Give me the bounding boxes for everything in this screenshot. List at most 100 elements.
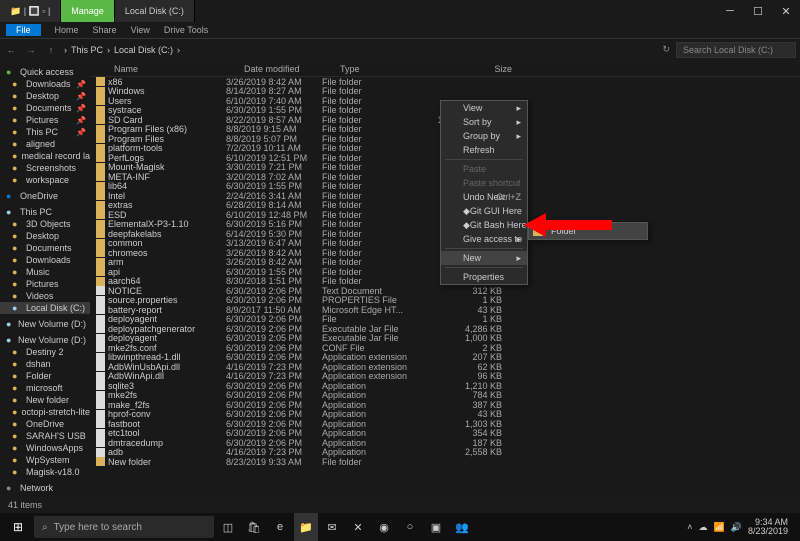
file-row[interactable]: hprof-conv6/30/2019 2:06 PMApplication43… [90,410,800,420]
minimize-button[interactable]: ─ [716,0,744,22]
sidebar-item[interactable]: ●Downloads [0,254,90,266]
teams-icon[interactable]: 👥 [450,513,474,541]
ctx-group[interactable]: Group by▸ [441,129,527,143]
ctx-new[interactable]: New▸ [441,251,527,265]
sidebar-item[interactable]: ●Quick access [0,66,90,78]
sidebar-item[interactable]: ●OneDrive [0,190,90,202]
sidebar-item[interactable]: ●Videos [0,290,90,302]
file-row[interactable]: deployagent6/30/2019 2:05 PMExecutable J… [90,334,800,344]
sidebar-item[interactable]: ●WpSystem [0,454,90,466]
file-row[interactable]: NOTICE6/30/2019 2:06 PMText Document312 … [90,286,800,296]
file-row[interactable]: Windows8/14/2019 8:27 AMFile folder [90,87,800,97]
ctx-properties[interactable]: Properties [441,270,527,284]
sidebar-item[interactable]: ●Network [0,482,90,494]
sidebar-item[interactable]: ●Music [0,266,90,278]
sidebar-item[interactable]: ●Local Disk (C:) [0,302,90,314]
search-input[interactable]: Search Local Disk (C:) [676,42,796,58]
start-button[interactable]: ⊞ [4,513,32,541]
sidebar-item[interactable]: ●This PC [0,206,90,218]
ctx-sort[interactable]: Sort by▸ [441,115,527,129]
sidebar-item[interactable]: ●Pictures📌 [0,114,90,126]
sidebar-item[interactable]: ●Desktop [0,230,90,242]
ctx-view[interactable]: View▸ [441,101,527,115]
col-size[interactable]: Size [426,62,516,76]
sidebar-item[interactable]: ●Pictures [0,278,90,290]
task-view-icon[interactable]: ◫ [216,513,240,541]
file-row[interactable]: etc1tool6/30/2019 2:06 PMApplication354 … [90,429,800,439]
ribbon-home[interactable]: Home [55,25,79,35]
maximize-button[interactable]: ☐ [744,0,772,22]
sidebar-item[interactable]: ●New Volume (D:) [0,318,90,330]
file-row[interactable]: fastboot6/30/2019 2:06 PMApplication1,30… [90,419,800,429]
sidebar-item[interactable]: ●New Volume (D:) [0,334,90,346]
file-row[interactable]: x863/26/2019 8:42 AMFile folder [90,77,800,87]
ribbon-file[interactable]: File [6,24,41,36]
nav-up[interactable]: ↑ [44,45,58,55]
taskbar-search[interactable]: ⌕ Type here to search [34,516,214,538]
ctx-gitbash[interactable]: ◆ Git Bash Here [441,218,527,232]
app-icon[interactable]: ▣ [424,513,448,541]
tray-chevron-icon[interactable]: ˄ [687,522,692,532]
ribbon-share[interactable]: Share [93,25,117,35]
breadcrumb[interactable]: › This PC › Local Disk (C:) › [64,45,656,55]
mail-icon[interactable]: ✉ [320,513,344,541]
edge-icon[interactable]: e [268,513,292,541]
tray-cloud-icon[interactable]: ☁ [699,522,708,533]
crumb-thispc[interactable]: This PC [71,45,103,55]
manage-tab[interactable]: Manage [61,0,115,22]
nav-fwd[interactable]: → [24,45,38,55]
sidebar-item[interactable]: ●medical record labs [0,150,90,162]
file-row[interactable]: deploypatchgenerator6/30/2019 2:06 PMExe… [90,324,800,334]
steam-icon[interactable]: ◉ [372,513,396,541]
cortana-icon[interactable]: ○ [398,513,422,541]
tray-volume-icon[interactable]: 🔊 [731,522,742,533]
sidebar-item[interactable]: ●Documents📌 [0,102,90,114]
col-type[interactable]: Type [336,62,426,76]
location-tab[interactable]: Local Disk (C:) [115,0,195,22]
ctx-refresh[interactable]: Refresh [441,143,527,157]
crumb-local[interactable]: Local Disk (C:) [114,45,173,55]
file-row[interactable]: mke2fs.conf6/30/2019 2:06 PMCONF File2 K… [90,343,800,353]
file-row[interactable]: source.properties6/30/2019 2:06 PMPROPER… [90,296,800,306]
sidebar-item[interactable]: ●workspace [0,174,90,186]
col-name[interactable]: Name [110,62,240,76]
sidebar-item[interactable]: ●Folder [0,370,90,382]
file-row[interactable]: make_f2fs6/30/2019 2:06 PMApplication387… [90,400,800,410]
col-date[interactable]: Date modified [240,62,336,76]
file-row[interactable]: AdbWinUsbApi.dll4/16/2019 7:23 PMApplica… [90,362,800,372]
sidebar-item[interactable]: ●aligned [0,138,90,150]
sidebar-item[interactable]: ●New folder [0,394,90,406]
tray-wifi-icon[interactable]: 📶 [714,522,725,533]
store-icon[interactable]: 🛍 [242,513,266,541]
file-row[interactable]: deployagent6/30/2019 2:06 PMFile1 KB [90,315,800,325]
sidebar-item[interactable]: ●Desktop📌 [0,90,90,102]
sidebar-item[interactable]: ●Destiny 2 [0,346,90,358]
sidebar-item[interactable]: ●SARAH'S USB [0,430,90,442]
sidebar-item[interactable]: ●OneDrive [0,418,90,430]
file-row[interactable]: mke2fs6/30/2019 2:06 PMApplication784 KB [90,391,800,401]
sidebar-item[interactable]: ●Documents [0,242,90,254]
nav-back[interactable]: ← [4,45,18,55]
tray-date[interactable]: 8/23/2019 [748,527,788,536]
ribbon-view[interactable]: View [131,25,150,35]
ctx-gitgui[interactable]: ◆ Git GUI Here [441,204,527,218]
sidebar-item[interactable]: ●3D Objects [0,218,90,230]
sidebar-item[interactable]: ●dshan [0,358,90,370]
sidebar-item[interactable]: ●Downloads📌 [0,78,90,90]
ctx-undo[interactable]: Undo NewCtrl+Z [441,190,527,204]
sidebar-item[interactable]: ●octopi-stretch-lite-0 [0,406,90,418]
ribbon-drivetools[interactable]: Drive Tools [164,25,208,35]
xbox-icon[interactable]: ✕ [346,513,370,541]
file-row[interactable]: libwinpthread-1.dll6/30/2019 2:06 PMAppl… [90,353,800,363]
file-row[interactable]: dmtracedump6/30/2019 2:06 PMApplication1… [90,438,800,448]
file-row[interactable]: adb4/16/2019 7:23 PMApplication2,558 KB [90,448,800,458]
sidebar-item[interactable]: ●Magisk-v18.0 [0,466,90,478]
ctx-access[interactable]: Give access to▸ [441,232,527,246]
sidebar-item[interactable]: ●This PC📌 [0,126,90,138]
close-button[interactable]: ✕ [772,0,800,22]
file-row[interactable]: New folder8/23/2019 9:33 AMFile folder [90,457,800,467]
file-row[interactable]: AdbWinApi.dll4/16/2019 7:23 PMApplicatio… [90,372,800,382]
sidebar-item[interactable]: ●WindowsApps [0,442,90,454]
sidebar-item[interactable]: ●Screenshots [0,162,90,174]
file-row[interactable]: battery-report8/9/2017 11:50 AMMicrosoft… [90,305,800,315]
